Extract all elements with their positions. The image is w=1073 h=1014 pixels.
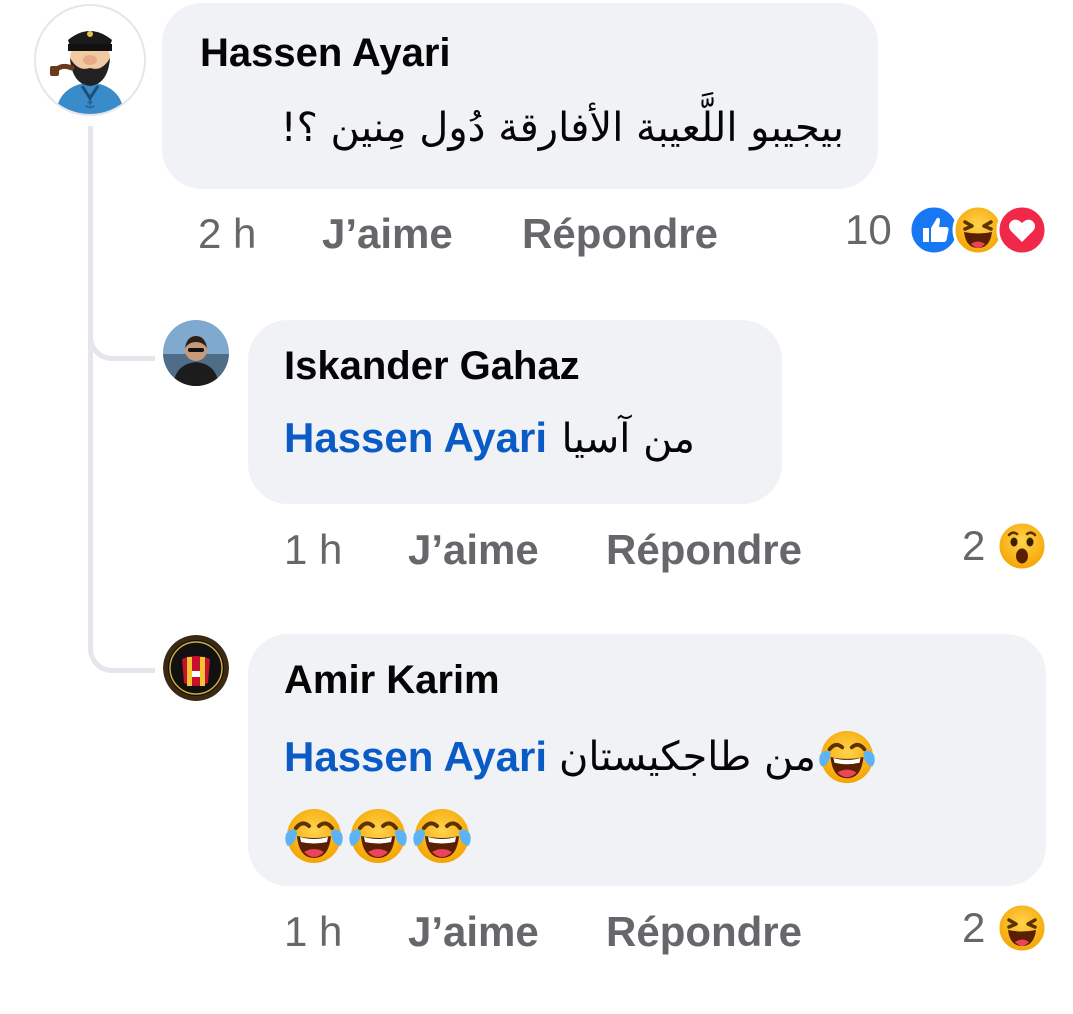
tears-of-joy-emoji: [412, 806, 472, 866]
tears-of-joy-emoji: [284, 806, 344, 866]
comment-body: Hassen Ayari من طاجكيستان: [284, 728, 876, 786]
reaction-count[interactable]: 2: [962, 904, 985, 952]
reactions-summary[interactable]: [908, 204, 1048, 256]
wow-icon[interactable]: [996, 520, 1048, 572]
reply-button[interactable]: Répondre: [606, 526, 802, 574]
thread-connector: [88, 630, 155, 673]
comment-text: من آسيا: [561, 416, 695, 462]
love-icon: [996, 204, 1048, 256]
avatar-iskander-gahaz[interactable]: [163, 320, 229, 386]
reaction-count[interactable]: 10: [845, 206, 892, 254]
tears-of-joy-emoji: [348, 806, 408, 866]
comment-bubble: Amir Karim Hassen Ayari من طاجكيستان: [248, 634, 1046, 886]
svg-text:⚓: ⚓: [85, 97, 96, 111]
comment-time[interactable]: 2 h: [198, 210, 256, 258]
comment-time[interactable]: 1 h: [284, 908, 342, 956]
thread-connector: [88, 318, 155, 361]
avatar-hassen-ayari[interactable]: ⚓: [34, 4, 146, 116]
like-button[interactable]: J’aime: [322, 210, 453, 258]
comment-text: بيجيبو اللَّعيبة الأفارقة دُول مِنين ؟!: [280, 105, 844, 151]
mention-link[interactable]: Hassen Ayari: [284, 414, 547, 461]
comment-author[interactable]: Hassen Ayari: [200, 31, 451, 76]
tears-of-joy-emoji: [818, 728, 876, 786]
mention-link[interactable]: Hassen Ayari: [284, 733, 547, 781]
comment-bubble: Iskander Gahaz Hassen Ayari من آسيا: [248, 320, 782, 504]
comment-time[interactable]: 1 h: [284, 526, 342, 574]
comment-author[interactable]: Amir Karim: [284, 658, 500, 703]
avatar-amir-karim[interactable]: [163, 635, 229, 701]
comment-author[interactable]: Iskander Gahaz: [284, 344, 580, 389]
like-button[interactable]: J’aime: [408, 526, 539, 574]
haha-icon[interactable]: [996, 902, 1048, 954]
emoji-line: [284, 806, 472, 866]
like-button[interactable]: J’aime: [408, 908, 539, 956]
thread-line: [88, 126, 93, 648]
reaction-count[interactable]: 2: [962, 522, 985, 570]
comment-body: Hassen Ayari من آسيا: [284, 414, 695, 462]
reply-button[interactable]: Répondre: [606, 908, 802, 956]
reply-button[interactable]: Répondre: [522, 210, 718, 258]
comment-text: من طاجكيستان: [559, 734, 816, 780]
comment-bubble: Hassen Ayari بيجيبو اللَّعيبة الأفارقة د…: [162, 3, 878, 189]
